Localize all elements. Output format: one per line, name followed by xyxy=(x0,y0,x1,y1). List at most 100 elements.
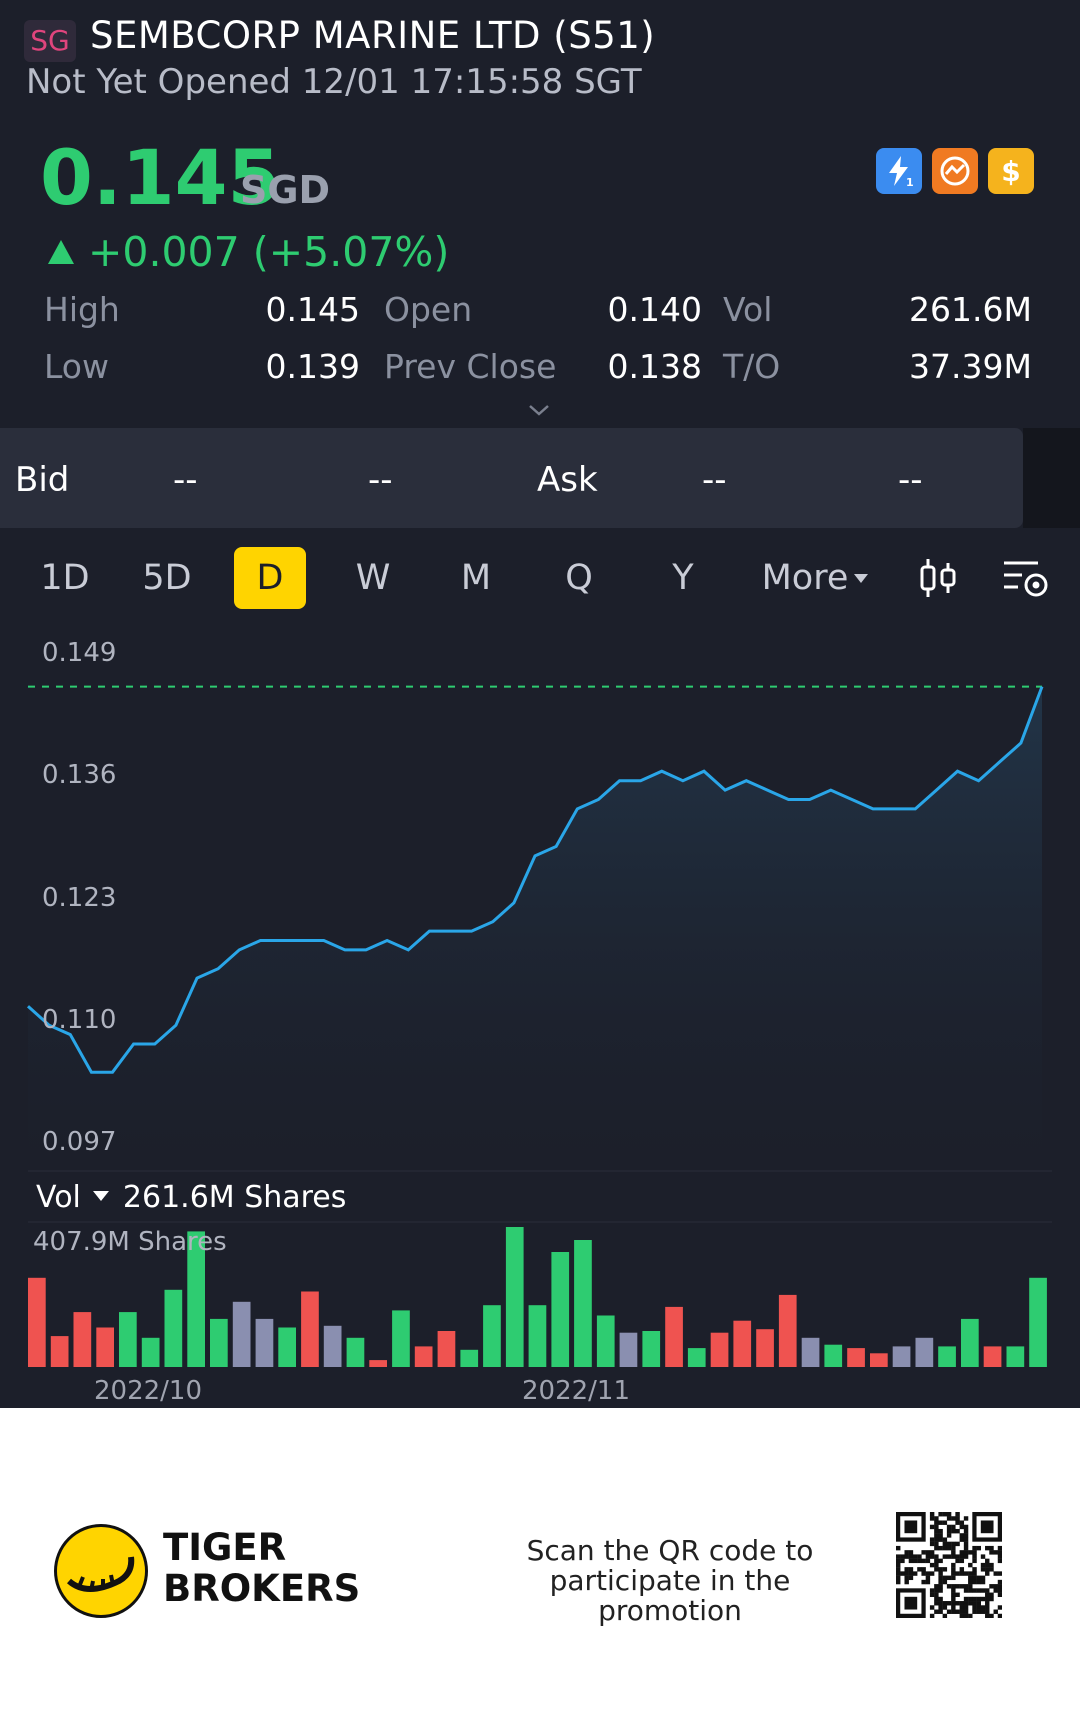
high-label: High xyxy=(44,290,120,329)
qr-module xyxy=(946,1528,952,1534)
qr-module xyxy=(959,1558,965,1564)
volume-bar xyxy=(778,1294,797,1367)
qr-module xyxy=(938,1537,943,1542)
qr-module xyxy=(938,1558,943,1564)
qr-module xyxy=(904,1567,909,1572)
qr-module xyxy=(908,1571,914,1576)
volume-bar xyxy=(483,1305,501,1367)
volume-bar xyxy=(460,1349,479,1367)
qr-module xyxy=(989,1596,994,1602)
price-area xyxy=(28,686,1042,1171)
qr-module xyxy=(946,1512,952,1517)
qr-module xyxy=(951,1588,956,1593)
qr-module xyxy=(972,1571,977,1576)
chart-settings-icon[interactable] xyxy=(1002,559,1050,599)
tab-1d[interactable]: 1D xyxy=(30,547,100,609)
tab-m[interactable]: M xyxy=(441,547,511,609)
volume-selector[interactable]: Vol 261.6M Shares xyxy=(36,1180,346,1215)
qr-module xyxy=(938,1584,943,1589)
qr-module xyxy=(934,1554,939,1559)
high-value: 0.145 xyxy=(265,290,360,329)
qr-module xyxy=(972,1550,977,1555)
qr-module xyxy=(912,1558,918,1564)
qr-module xyxy=(980,1596,986,1602)
qr-module xyxy=(938,1588,943,1593)
qr-module xyxy=(997,1592,1002,1597)
qr-module xyxy=(946,1545,952,1551)
qr-module xyxy=(934,1528,939,1534)
qr-module xyxy=(976,1609,981,1614)
qr-module xyxy=(917,1554,922,1559)
more-dropdown[interactable]: More xyxy=(755,547,875,609)
qr-module xyxy=(976,1545,981,1551)
brand-line2: BROKERS xyxy=(163,1567,361,1610)
promo-text: Scan the QR code to participate in the pr… xyxy=(480,1536,860,1626)
qr-module xyxy=(908,1558,914,1564)
qr-module xyxy=(938,1567,943,1572)
brand-line1: TIGER xyxy=(163,1526,287,1569)
qr-module xyxy=(934,1609,939,1614)
qr-module xyxy=(946,1524,952,1530)
qr-module xyxy=(929,1537,935,1542)
qr-module xyxy=(968,1575,973,1581)
qr-module xyxy=(963,1605,969,1610)
qr-module xyxy=(917,1567,922,1572)
qr-code[interactable] xyxy=(896,1512,1002,1618)
volume-bar xyxy=(437,1331,456,1367)
promo-line1: Scan the QR code to xyxy=(526,1534,814,1567)
chevron-down-icon[interactable] xyxy=(527,398,551,422)
qr-module xyxy=(972,1605,977,1610)
qr-module xyxy=(980,1609,986,1614)
bid-ask-bar xyxy=(0,428,1023,528)
qr-module xyxy=(951,1575,956,1581)
tab-y[interactable]: Y xyxy=(648,547,718,609)
vol-label: Vol xyxy=(723,290,773,329)
currency-label: SGD xyxy=(240,168,331,212)
qr-module xyxy=(985,1592,990,1597)
qr-module xyxy=(908,1575,914,1581)
qr-module xyxy=(976,1605,981,1610)
qr-module xyxy=(942,1601,948,1606)
qr-module xyxy=(972,1579,977,1585)
tab-w[interactable]: W xyxy=(338,547,408,609)
qr-module xyxy=(997,1545,1002,1551)
qr-module xyxy=(976,1601,981,1606)
qr-module xyxy=(976,1579,981,1585)
tab-q[interactable]: Q xyxy=(544,547,614,609)
qr-module xyxy=(904,1550,909,1555)
qr-module xyxy=(921,1567,926,1572)
qr-module xyxy=(968,1550,973,1555)
qr-module xyxy=(993,1550,998,1555)
qr-module xyxy=(929,1524,935,1530)
y-tick-2: 0.123 xyxy=(42,883,117,913)
volume-bar xyxy=(255,1318,274,1367)
qr-module xyxy=(997,1588,1002,1593)
qr-module xyxy=(985,1545,990,1551)
qr-module xyxy=(959,1609,965,1614)
tab-5d[interactable]: 5D xyxy=(132,547,202,609)
caret-down-icon xyxy=(92,1191,109,1201)
ask-price: -- xyxy=(702,460,727,500)
tab-d[interactable]: D xyxy=(234,547,306,609)
qr-module xyxy=(946,1516,952,1521)
qr-module xyxy=(938,1533,943,1538)
chart-swap-icon[interactable] xyxy=(932,148,978,194)
qr-module xyxy=(925,1554,931,1559)
price-chart[interactable] xyxy=(0,620,1080,1180)
lightning-level1-icon[interactable]: 1 xyxy=(876,148,922,194)
price-change: +0.007 (+5.07%) xyxy=(48,228,449,276)
volume-bar xyxy=(1029,1277,1047,1367)
y-tick-0: 0.149 xyxy=(42,638,117,668)
volume-bar xyxy=(938,1346,956,1367)
candlestick-icon[interactable] xyxy=(918,557,958,599)
qr-module xyxy=(980,1605,986,1610)
qr-module xyxy=(963,1537,969,1542)
dollar-icon[interactable]: $ xyxy=(988,148,1034,194)
qr-module xyxy=(951,1596,956,1602)
qr-module xyxy=(934,1558,939,1564)
qr-module xyxy=(985,1567,990,1572)
qr-module xyxy=(959,1524,965,1530)
turnover-label: T/O xyxy=(723,347,781,386)
qr-module xyxy=(942,1554,948,1559)
qr-module xyxy=(900,1558,905,1564)
